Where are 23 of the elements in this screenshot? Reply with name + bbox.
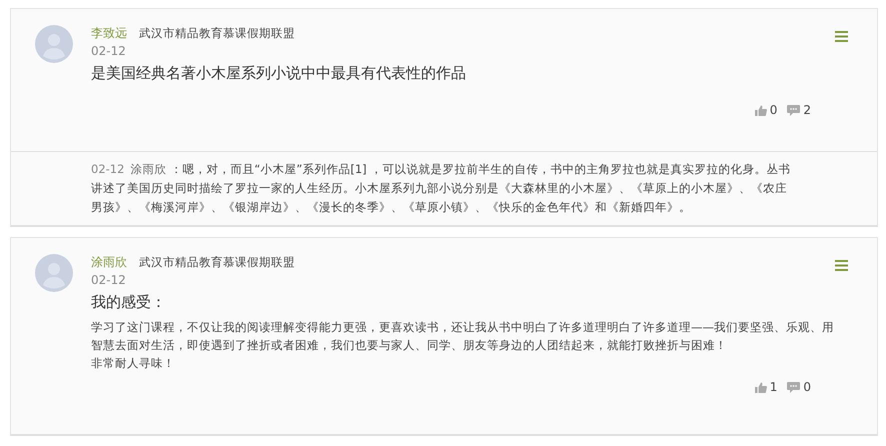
comment-icon[interactable] xyxy=(787,382,800,392)
post-title: 我的感受： xyxy=(91,293,167,312)
comment-count: 2 xyxy=(803,103,811,117)
group-name: 武汉市精品教育慕课假期联盟 xyxy=(139,26,295,41)
group-name: 武汉市精品教育慕课假期联盟 xyxy=(139,255,295,270)
comment-count: 0 xyxy=(803,380,811,394)
thumbs-up-icon[interactable] xyxy=(754,382,767,392)
author-name[interactable]: 涂雨欣 xyxy=(91,254,127,271)
menu-icon[interactable] xyxy=(835,260,848,271)
reply-text: 02-12 涂雨欣 ：嗯，对，而且“小木屋”系列作品[1] ，可以说就是罗拉前半生的自传，书中的主角罗拉也就是真实罗拉的化身。丛书讲述了美国历史同时描绘了罗拉一家的人生经历。小木屋系列九部小说分别是《大森林里的小木屋》、《草原上的小木屋》、《农庄男孩》、《梅溪河岸》、《银湖岸边》、《漫长的冬季》、《草原小镇》、《快乐的金色年代》和《新婚四年》。 xyxy=(91,161,791,216)
post-title: 是美国经典名著小木屋系列小说中中最具有代表性的作品 xyxy=(91,64,467,83)
like-count: 0 xyxy=(770,103,778,117)
like-count: 1 xyxy=(770,380,778,394)
post-date: 02-12 xyxy=(91,273,127,287)
avatar-icon xyxy=(35,25,73,63)
avatar-icon xyxy=(35,254,73,292)
post-text: 非常耐人寻味！ xyxy=(91,355,176,372)
author-name[interactable]: 李致远 xyxy=(91,25,127,42)
menu-icon[interactable] xyxy=(835,31,848,42)
comment-icon[interactable] xyxy=(787,104,800,116)
thumbs-up-icon[interactable] xyxy=(754,104,767,116)
post-date: 02-12 xyxy=(91,44,127,58)
post-text: 学习了这门课程，不仅让我的阅读理解变得能力更强，更喜欢读书，还让我从书中明白了许多道理明白了许多道理——我们要坚强、乐观、用智慧去面对生活，即使遇到了挫折或者困难，我们也要与家人、同学、朋友等身边的人团结起来，就能打败挫折与困难！ xyxy=(91,319,835,354)
